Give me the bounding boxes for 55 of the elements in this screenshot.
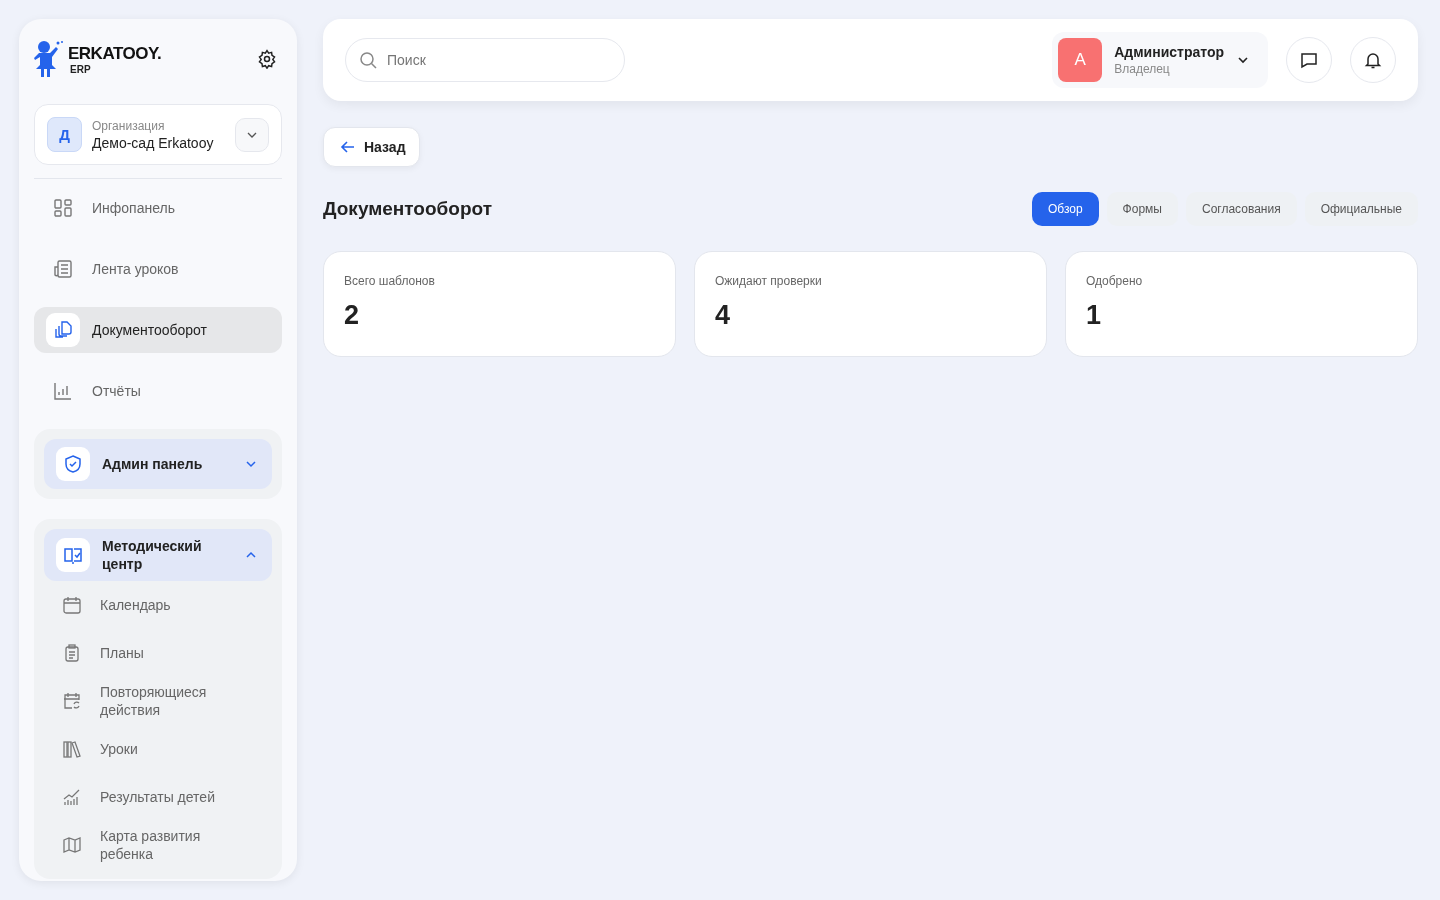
user-menu[interactable]: A Администратор Владелец bbox=[1052, 32, 1268, 88]
user-role: Владелец bbox=[1114, 62, 1171, 76]
stat-label: Всего шаблонов bbox=[344, 274, 436, 288]
organization-avatar: Д bbox=[47, 117, 82, 152]
tab[interactable]: Формы bbox=[1106, 192, 1178, 226]
submenu-item[interactable]: Календарь bbox=[44, 581, 272, 629]
submenu-item[interactable]: Планы bbox=[44, 629, 272, 677]
page-title: Документооборот bbox=[323, 198, 492, 220]
shield-icon bbox=[63, 454, 83, 474]
group-header[interactable]: Админ панель bbox=[44, 439, 272, 489]
notifications-button[interactable] bbox=[1350, 37, 1396, 83]
stat-value: 2 bbox=[344, 300, 361, 331]
group-header[interactable]: Методический центр bbox=[44, 529, 272, 581]
logo-title: ERKATOOY. bbox=[68, 43, 162, 64]
arrow-left-icon bbox=[340, 139, 356, 155]
child-logo-icon bbox=[34, 39, 64, 79]
books-icon bbox=[62, 739, 82, 759]
settings-icon[interactable] bbox=[257, 49, 277, 69]
organization-selector[interactable]: Д Организация Демо-сад Erkatooy bbox=[34, 104, 282, 165]
user-avatar: A bbox=[1058, 38, 1103, 82]
nav-item[interactable]: Лента уроков bbox=[34, 246, 282, 292]
tab[interactable]: Официальные bbox=[1304, 192, 1418, 226]
chart-icon bbox=[53, 381, 73, 401]
calendar-icon bbox=[62, 595, 82, 615]
nav-item[interactable]: Документооборот bbox=[34, 307, 282, 353]
submenu-item[interactable]: Результаты детей bbox=[44, 773, 272, 821]
user-name: Администратор bbox=[1114, 44, 1224, 60]
clipboard-icon bbox=[62, 643, 82, 663]
back-button[interactable]: Назад bbox=[323, 127, 420, 167]
tab[interactable]: Обзор bbox=[1031, 192, 1099, 226]
growth-icon bbox=[62, 787, 82, 807]
stat-label: Одобрено bbox=[1086, 274, 1144, 288]
stat-value: 1 bbox=[1086, 300, 1103, 331]
submenu-item[interactable]: Повторяющиеся действия bbox=[44, 677, 272, 725]
book-icon bbox=[63, 545, 83, 565]
organization-name: Демо-сад Erkatooy bbox=[92, 134, 215, 151]
nav-item[interactable]: Инфопанель bbox=[34, 185, 282, 231]
bell-icon bbox=[1363, 50, 1383, 70]
submenu-item[interactable]: Карта развития ребенка bbox=[44, 821, 272, 869]
repeat-icon bbox=[62, 691, 82, 711]
chat-icon bbox=[1299, 50, 1319, 70]
map-icon bbox=[62, 835, 82, 855]
messages-button[interactable] bbox=[1286, 37, 1332, 83]
docs-icon bbox=[53, 320, 73, 340]
submenu-item[interactable]: Уроки bbox=[44, 725, 272, 773]
nav-item[interactable]: Отчёты bbox=[34, 368, 282, 414]
search-icon bbox=[359, 51, 377, 69]
stat-label: Ожидают проверки bbox=[715, 274, 823, 288]
stat-value: 4 bbox=[715, 300, 732, 331]
logo-subtitle: ERP bbox=[70, 63, 92, 75]
grid-icon bbox=[53, 198, 73, 218]
news-icon bbox=[53, 259, 73, 279]
tab[interactable]: Согласования bbox=[1185, 192, 1297, 226]
organization-label: Организация bbox=[92, 118, 166, 133]
search-field[interactable]: Поиск bbox=[345, 38, 625, 82]
